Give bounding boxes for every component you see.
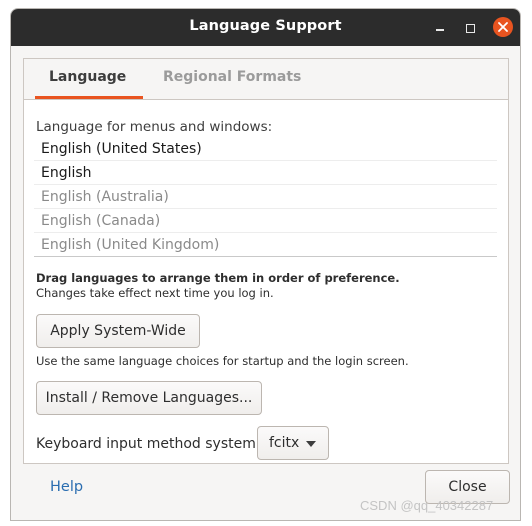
list-item[interactable]: English	[34, 161, 497, 185]
tab-regional-formats[interactable]: Regional Formats	[163, 69, 301, 85]
title-bar[interactable]: Language Support	[11, 9, 520, 46]
chevron-down-icon	[306, 441, 316, 447]
close-icon	[498, 22, 508, 32]
keyboard-input-label: Keyboard input method system:	[36, 436, 261, 452]
minimize-icon	[436, 29, 444, 31]
maximize-button[interactable]	[460, 18, 480, 38]
language-list[interactable]: English (United States) English English …	[34, 137, 497, 257]
list-item[interactable]: English (Australia)	[34, 185, 497, 209]
list-item[interactable]: English (United States)	[34, 137, 497, 161]
changes-hint: Changes take effect next time you log in…	[36, 286, 274, 300]
input-method-select[interactable]: fcitx	[257, 426, 329, 460]
watermark: CSDN @qq_40342287	[360, 498, 494, 513]
language-section-label: Language for menus and windows:	[36, 119, 273, 135]
input-method-value: fcitx	[269, 435, 300, 451]
active-tab-indicator	[35, 96, 143, 99]
tab-bar: Language Regional Formats	[24, 59, 508, 100]
tab-language[interactable]: Language	[49, 69, 126, 85]
close-window-button[interactable]	[493, 17, 513, 37]
notebook-panel: Language Regional Formats Language for m…	[23, 58, 509, 464]
maximize-icon	[465, 23, 475, 33]
language-support-window: Language Support Language Regional Forma…	[10, 8, 521, 521]
list-item[interactable]: English (Canada)	[34, 209, 497, 233]
install-remove-languages-button[interactable]: Install / Remove Languages...	[36, 381, 262, 415]
apply-system-wide-button[interactable]: Apply System-Wide	[36, 314, 200, 348]
minimize-button[interactable]	[430, 18, 450, 38]
help-link[interactable]: Help	[50, 479, 83, 495]
drag-hint: Drag languages to arrange them in order …	[36, 271, 400, 285]
list-item[interactable]: English (United Kingdom)	[34, 233, 497, 257]
apply-description: Use the same language choices for startu…	[36, 354, 409, 368]
